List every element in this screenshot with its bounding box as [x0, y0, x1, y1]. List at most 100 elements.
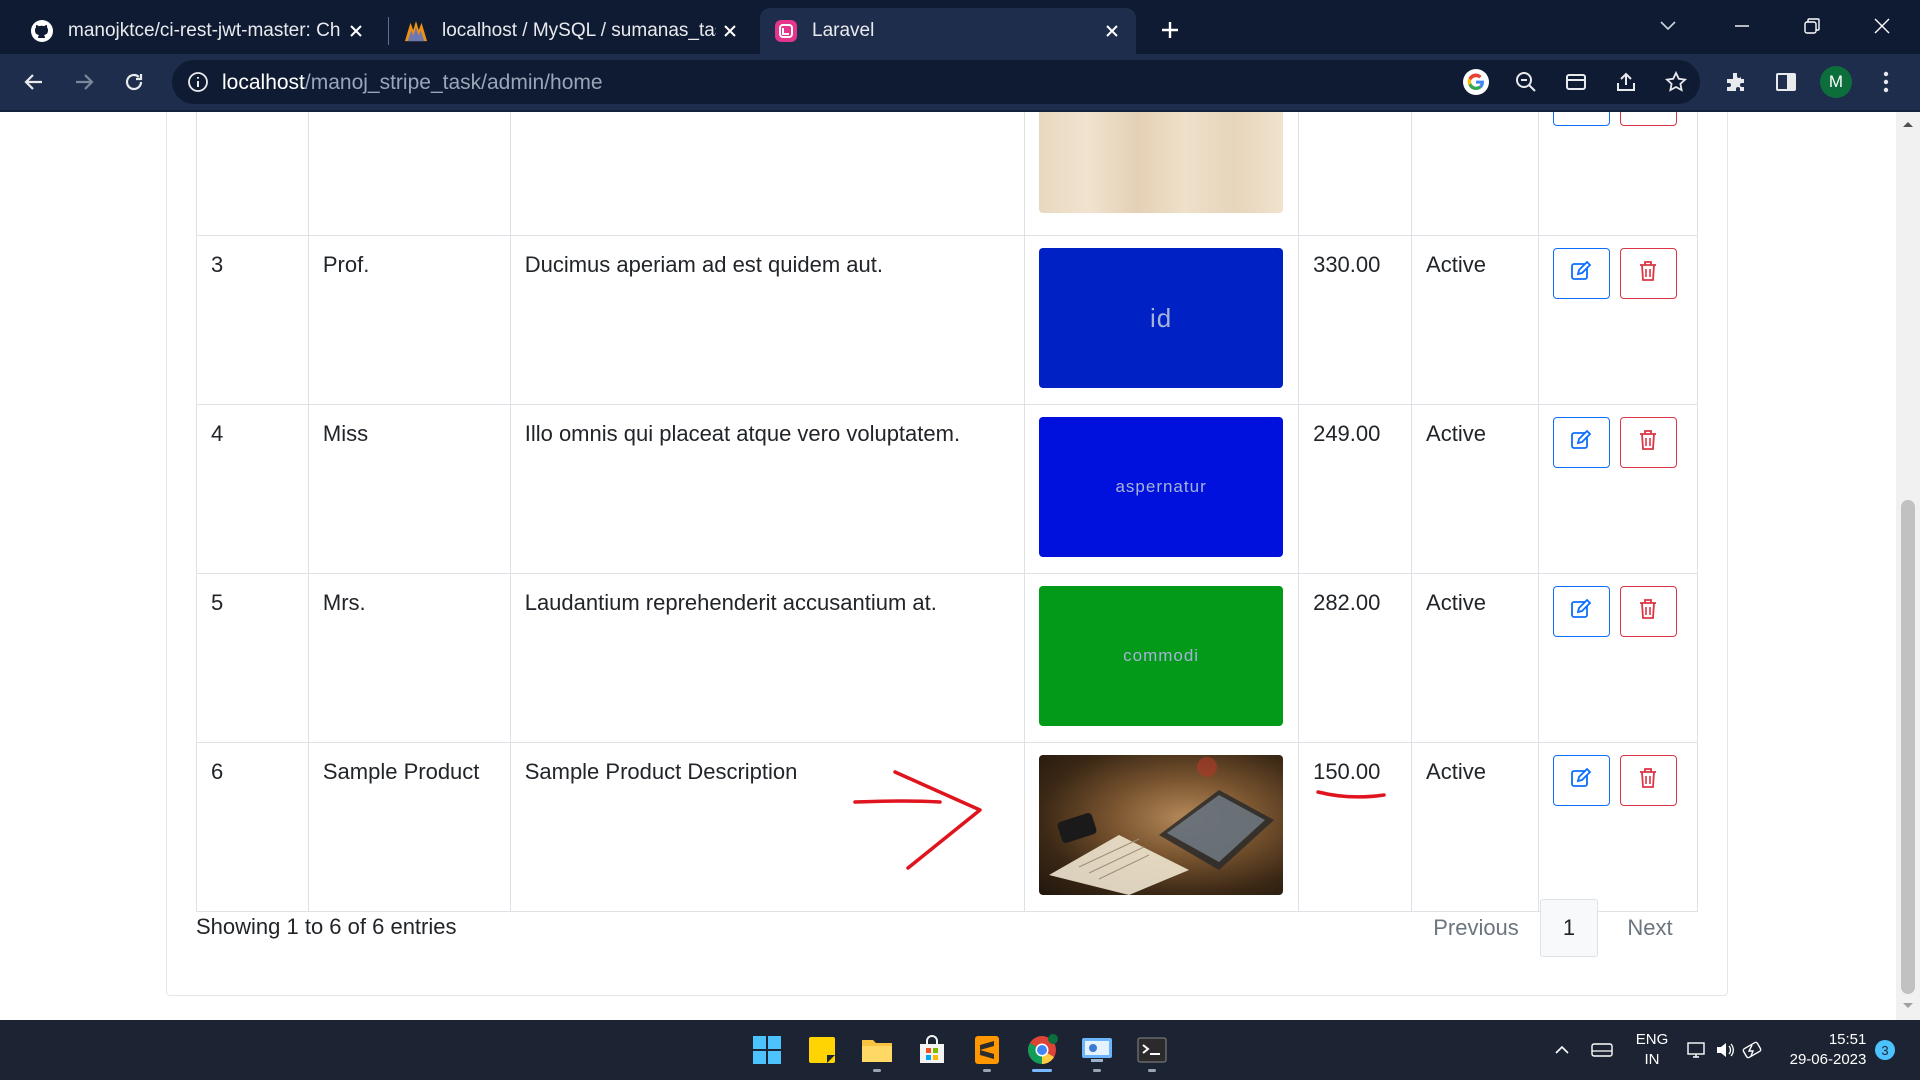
page-viewport: 3 Prof. Ducimus aperiam ad est quidem au… — [0, 112, 1896, 1020]
share-icon[interactable] — [1606, 62, 1646, 102]
edit-button[interactable] — [1552, 755, 1610, 806]
start-icon[interactable] — [743, 1026, 791, 1074]
scroll-up-icon[interactable] — [1902, 120, 1914, 128]
edit-button[interactable] — [1552, 586, 1610, 637]
delete-button[interactable] — [1619, 755, 1677, 806]
delete-button[interactable] — [1619, 586, 1677, 637]
delete-button[interactable] — [1619, 248, 1677, 299]
edit-icon — [1570, 429, 1592, 457]
url-host: localhost — [222, 71, 305, 94]
cell-status — [1411, 112, 1539, 236]
profile-avatar[interactable]: M — [1816, 62, 1856, 102]
close-icon[interactable] — [342, 17, 370, 45]
lang-top: ENG — [1635, 1031, 1669, 1048]
trash-icon — [1638, 429, 1658, 457]
next-page-button[interactable]: Next — [1598, 899, 1702, 957]
cell-actions — [1537, 742, 1699, 912]
close-icon[interactable] — [716, 17, 744, 45]
edit-button[interactable] — [1552, 112, 1610, 126]
volume-icon[interactable] — [1712, 1020, 1738, 1080]
cell-price: 330.00 — [1298, 235, 1413, 405]
menu-icon[interactable] — [1866, 62, 1906, 102]
notification-badge[interactable]: 3 — [1874, 1020, 1896, 1080]
cell-image — [1024, 112, 1300, 236]
file-explorer-icon[interactable] — [853, 1026, 901, 1074]
language-indicator[interactable]: ENG IN — [1628, 1020, 1676, 1080]
cell-actions — [1537, 112, 1699, 236]
clock[interactable]: 15:51 29-06-2023 — [1778, 1020, 1878, 1080]
reload-icon[interactable] — [114, 62, 154, 102]
sticky-notes-icon[interactable] — [798, 1026, 846, 1074]
scroll-thumb[interactable] — [1901, 500, 1915, 994]
product-image — [1039, 755, 1284, 895]
edit-button[interactable] — [1552, 248, 1610, 299]
zoom-icon[interactable] — [1506, 62, 1546, 102]
back-icon[interactable] — [14, 62, 54, 102]
tab-search-icon[interactable] — [1638, 8, 1698, 44]
extensions-icon[interactable] — [1716, 62, 1756, 102]
minimize-icon[interactable] — [1712, 8, 1772, 44]
pagination: Previous 1 Next — [1412, 899, 1702, 957]
tab-separator — [388, 17, 389, 45]
network-icon[interactable] — [1684, 1020, 1710, 1080]
cell-actions — [1537, 573, 1699, 743]
product-image: aspernatur — [1039, 417, 1284, 557]
tab-strip: manojktce/ci-rest-jwt-master: Ch localho… — [0, 0, 1920, 54]
bookmark-star-icon[interactable] — [1656, 62, 1696, 102]
tray-overflow-icon[interactable] — [1550, 1020, 1574, 1080]
cell-price — [1298, 112, 1413, 236]
browser-toolbar: localhost/manoj_stripe_task/admin/home M — [0, 54, 1920, 112]
cell-status: Active — [1411, 235, 1539, 405]
scrollbar[interactable] — [1896, 112, 1920, 1020]
notification-count: 3 — [1875, 1040, 1895, 1060]
cell-description: Sample Product Description — [509, 742, 1026, 912]
cell-id: 4 — [196, 404, 309, 574]
cell-status: Active — [1411, 404, 1539, 574]
trash-icon — [1638, 260, 1658, 288]
cell-title: Miss — [307, 404, 511, 574]
card-icon[interactable] — [1556, 62, 1596, 102]
delete-button[interactable] — [1619, 112, 1677, 126]
page-1-button[interactable]: 1 — [1540, 899, 1598, 957]
trash-icon — [1638, 598, 1658, 626]
running-indicator — [1093, 1069, 1101, 1072]
tab-github[interactable]: manojktce/ci-rest-jwt-master: Ch — [16, 8, 380, 54]
cell-status: Active — [1411, 742, 1539, 912]
restore-icon[interactable] — [1782, 8, 1842, 44]
laravel-icon — [774, 19, 798, 43]
clock-date: 29-06-2023 — [1789, 1051, 1867, 1068]
cell-title — [307, 112, 511, 236]
cell-description — [509, 112, 1026, 236]
running-indicator — [983, 1069, 991, 1072]
forward-icon[interactable] — [64, 62, 104, 102]
previous-page-button[interactable]: Previous — [1412, 899, 1540, 957]
cell-image: aspernatur — [1024, 404, 1300, 574]
chrome-icon[interactable] — [1018, 1026, 1066, 1074]
info-icon[interactable] — [186, 70, 210, 99]
edit-button[interactable] — [1552, 417, 1610, 468]
cell-title: Mrs. — [307, 573, 511, 743]
scroll-down-icon[interactable] — [1902, 1002, 1914, 1010]
delete-button[interactable] — [1619, 417, 1677, 468]
close-icon[interactable] — [1098, 17, 1126, 45]
google-icon[interactable] — [1456, 62, 1496, 102]
tab-laravel[interactable]: Laravel — [760, 8, 1136, 54]
control-panel-icon[interactable] — [1073, 1026, 1121, 1074]
cell-description: Ducimus aperiam ad est quidem aut. — [509, 235, 1026, 405]
terminal-icon[interactable] — [1128, 1026, 1176, 1074]
profile-initial: M — [1820, 66, 1852, 98]
tab-phpmyadmin[interactable]: localhost / MySQL / sumanas_tas — [390, 8, 754, 54]
new-tab-button[interactable] — [1152, 12, 1188, 48]
table-row: 5 Mrs. Laudantium reprehenderit accusant… — [196, 573, 1699, 743]
trash-icon — [1638, 767, 1658, 795]
product-image: commodi — [1039, 586, 1284, 726]
battery-icon[interactable] — [1740, 1020, 1766, 1080]
cell-title: Prof. — [307, 235, 511, 405]
microsoft-store-icon[interactable] — [908, 1026, 956, 1074]
sublime-text-icon[interactable] — [963, 1026, 1011, 1074]
side-panel-icon[interactable] — [1766, 62, 1806, 102]
window-close-icon[interactable] — [1852, 8, 1912, 44]
address-bar[interactable]: localhost/manoj_stripe_task/admin/home — [172, 60, 1700, 104]
touch-keyboard-icon[interactable] — [1588, 1020, 1616, 1080]
edit-icon — [1570, 767, 1592, 795]
